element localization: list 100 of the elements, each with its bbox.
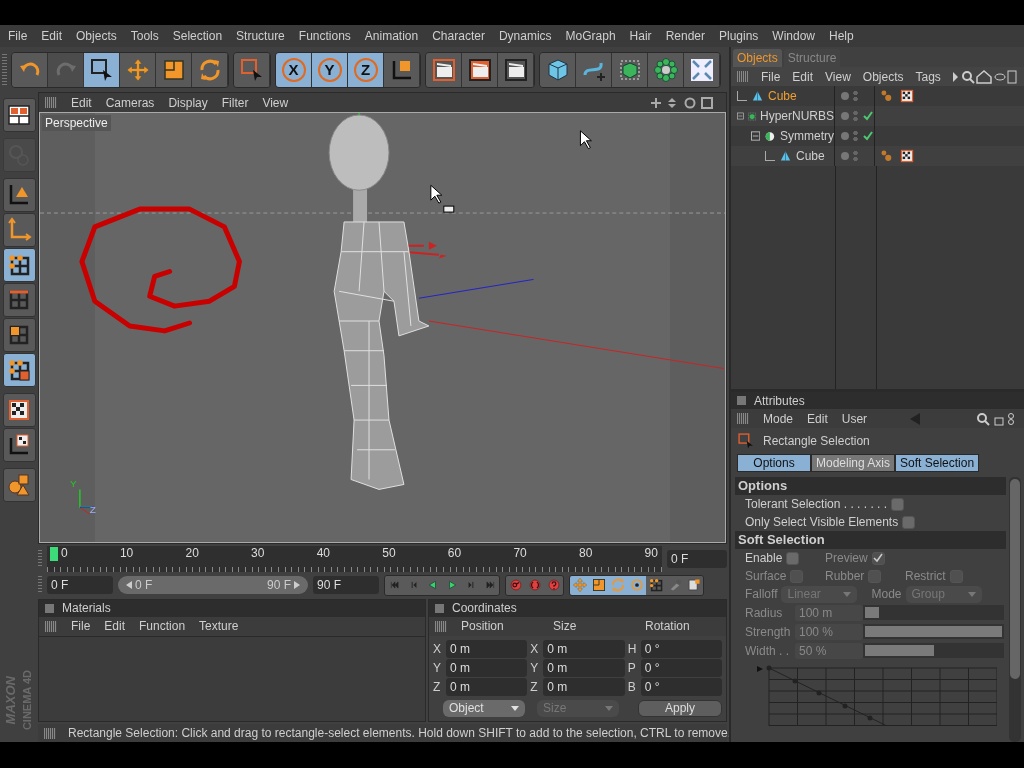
texture-mode-button[interactable] xyxy=(2,393,36,427)
visibility-dot[interactable] xyxy=(841,132,849,140)
axis-lock-button[interactable]: Z xyxy=(348,52,384,87)
coords-button[interactable] xyxy=(384,52,420,87)
texture-axis-mode-button[interactable] xyxy=(2,428,36,462)
menu-item[interactable]: Filter xyxy=(221,95,249,110)
section-header[interactable]: Soft Selection xyxy=(735,531,1006,549)
panel-grip[interactable] xyxy=(737,71,749,82)
rect-select-button[interactable] xyxy=(234,52,270,87)
menu-item[interactable]: Help xyxy=(829,29,854,43)
render-visibility-dots[interactable] xyxy=(853,110,858,122)
edges-mode-button[interactable] xyxy=(2,283,36,317)
menu-item[interactable]: View xyxy=(825,69,851,84)
coordinate-field[interactable]: 0 ° xyxy=(640,677,722,696)
record-button[interactable] xyxy=(506,575,525,595)
panel-grip[interactable] xyxy=(435,620,447,632)
object-name[interactable]: Symmetry xyxy=(780,129,834,143)
menu-item[interactable]: Edit xyxy=(104,619,126,634)
coordinate-field[interactable]: 0 m xyxy=(446,639,528,658)
current-frame-field[interactable]: 0 F xyxy=(667,549,727,568)
expand-toggle-icon[interactable] xyxy=(751,131,761,141)
pla-key-button[interactable] xyxy=(665,575,684,595)
menu-item[interactable]: Tags xyxy=(915,69,941,84)
deformer-button[interactable] xyxy=(684,52,720,87)
scale-button[interactable] xyxy=(156,52,192,87)
nurbs-button[interactable] xyxy=(612,52,648,87)
render-visibility-dots[interactable] xyxy=(853,90,858,102)
cube-button[interactable] xyxy=(540,52,576,87)
menu-item[interactable]: Display xyxy=(168,95,208,110)
array-button[interactable] xyxy=(648,52,684,87)
primitives-mode-button[interactable] xyxy=(2,468,36,502)
object-name[interactable]: Cube xyxy=(796,149,825,163)
enabled-check-icon[interactable] xyxy=(862,130,874,142)
rotate-button[interactable] xyxy=(192,52,228,87)
menu-item[interactable]: Objects xyxy=(76,29,117,43)
coordinate-field[interactable]: 0 m xyxy=(446,677,528,696)
visibility-dot[interactable] xyxy=(841,152,849,160)
visibility-dot[interactable] xyxy=(841,92,849,100)
render-settings-button[interactable] xyxy=(498,52,534,87)
menu-item[interactable]: Texture xyxy=(199,619,239,634)
menu-item[interactable]: Edit xyxy=(807,411,828,426)
render-visibility-dots[interactable] xyxy=(853,150,858,162)
menu-item[interactable]: MoGraph xyxy=(565,29,616,43)
axis-lock-button[interactable]: Y xyxy=(312,52,348,87)
menu-item[interactable]: Edit xyxy=(792,69,814,84)
axis-lock-button[interactable]: X xyxy=(276,52,312,87)
tab[interactable]: Soft Selection xyxy=(895,454,980,472)
checkbox[interactable] xyxy=(786,551,800,565)
first-button[interactable] xyxy=(385,575,404,595)
help-button[interactable] xyxy=(544,575,563,595)
menu-item[interactable]: Edit xyxy=(71,95,92,110)
menu-item[interactable]: Plugins xyxy=(719,29,759,43)
playhead-marker[interactable] xyxy=(50,546,58,561)
menu-item[interactable]: Animation xyxy=(364,29,419,43)
panel-icon[interactable] xyxy=(45,603,54,613)
menu-item[interactable]: File xyxy=(761,69,781,84)
visibility-dot[interactable] xyxy=(841,112,849,120)
right-arrow-icon[interactable] xyxy=(294,581,300,590)
last-button[interactable] xyxy=(480,575,499,595)
live-select-button[interactable] xyxy=(84,52,120,87)
menu-item[interactable]: Objects xyxy=(862,69,904,84)
apply-button[interactable]: Apply xyxy=(638,699,722,717)
checkbox[interactable] xyxy=(891,497,905,511)
scrollbar[interactable] xyxy=(1009,477,1021,742)
menu-item[interactable]: Cameras xyxy=(105,95,155,110)
menu-item[interactable]: Edit xyxy=(41,29,63,43)
model-axis-mode-button[interactable] xyxy=(2,213,36,247)
enabled-check-icon[interactable] xyxy=(862,110,874,122)
panel-grip[interactable] xyxy=(737,413,749,424)
settings-key-button[interactable] xyxy=(684,575,703,595)
coordinate-field[interactable]: 0 m xyxy=(543,677,625,696)
render-visibility-dots[interactable] xyxy=(853,130,858,142)
tab[interactable]: Options xyxy=(737,454,811,472)
menu-item[interactable]: View xyxy=(262,95,289,110)
viewport-canvas[interactable]: Perspective Y Z xyxy=(39,112,726,543)
layout-mode-button[interactable] xyxy=(2,98,36,132)
move-key-button[interactable] xyxy=(570,575,589,595)
end-frame-field[interactable]: 90 F xyxy=(313,576,379,595)
menu-item[interactable]: Function xyxy=(139,619,186,634)
object-name[interactable]: Cube xyxy=(768,89,797,103)
timeline-ruler[interactable]: 0 10 20 30 40 50 60 70 80 90 xyxy=(47,545,662,572)
polygons-mode-button[interactable] xyxy=(2,318,36,352)
render-picture-button[interactable] xyxy=(462,52,498,87)
coordinate-field[interactable]: 0 ° xyxy=(640,658,722,677)
panel-icon[interactable] xyxy=(435,603,444,613)
menu-item[interactable]: Dynamics xyxy=(498,29,552,43)
panel-grip[interactable] xyxy=(45,97,57,108)
menu-item[interactable]: Window xyxy=(772,29,816,43)
menu-item[interactable]: User xyxy=(841,411,868,426)
menu-item[interactable]: Functions xyxy=(298,29,351,43)
points-mode-button[interactable] xyxy=(2,248,36,282)
param-key-button[interactable] xyxy=(627,575,646,595)
spline-button[interactable] xyxy=(576,52,612,87)
rotate-key-button[interactable] xyxy=(608,575,627,595)
dropdown[interactable]: Object xyxy=(443,699,525,717)
coordinate-field[interactable]: 0 m xyxy=(543,639,625,658)
coordinate-field[interactable]: 0 ° xyxy=(640,639,722,658)
points-key-button[interactable] xyxy=(646,575,665,595)
coordinate-field[interactable]: 0 m xyxy=(543,658,625,677)
menu-item[interactable]: Render xyxy=(665,29,705,43)
